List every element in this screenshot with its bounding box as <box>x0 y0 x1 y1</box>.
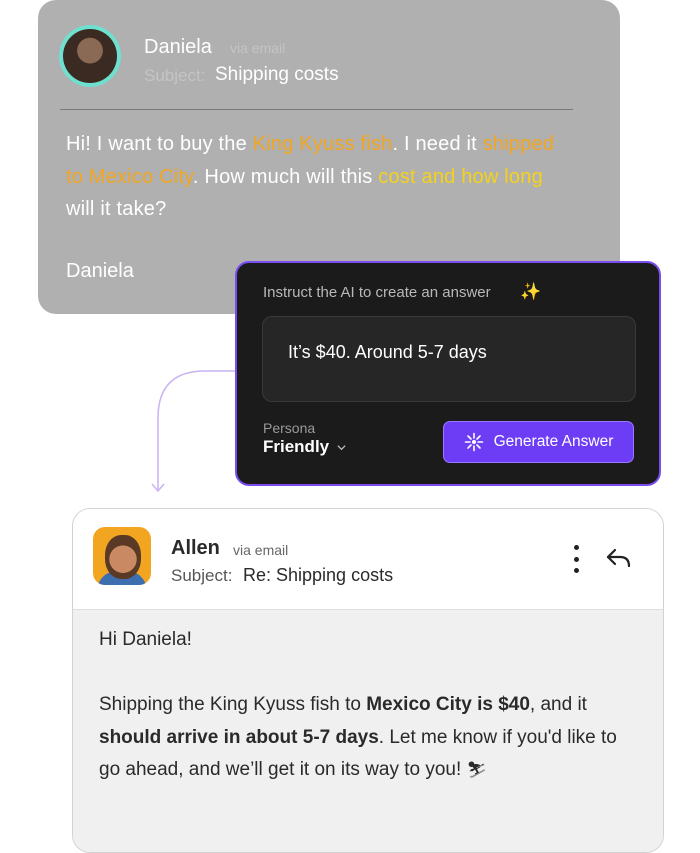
reply-arrow-icon[interactable] <box>605 545 633 571</box>
reply-via-label: via email <box>233 542 289 558</box>
reply-sender-name: Allen <box>171 537 220 559</box>
body-bold-price: Mexico City is $40 <box>366 694 530 715</box>
avatar-photo <box>63 29 117 83</box>
incoming-email-body: Hi! I want to buy the King Kyuss fish. I… <box>66 128 566 226</box>
highlight-product: King Kyuss fish <box>252 133 393 155</box>
persona-value: Friendly <box>263 437 330 456</box>
email-subject: Shipping costs <box>215 64 339 85</box>
sparkle-burst-icon <box>464 432 483 452</box>
reply-sender-avatar <box>93 527 151 585</box>
body-text: Hi! I want to buy the <box>66 133 253 155</box>
highlight-question: cost and how long <box>378 165 543 188</box>
ai-instruct-panel: Instruct the AI to create an answer ✨ It… <box>235 261 661 486</box>
sender-via-label: via email <box>230 40 286 56</box>
body-text: will it take? <box>66 198 167 220</box>
avatar-photo <box>105 535 141 579</box>
header-divider <box>60 109 573 110</box>
body-bold-delivery: should arrive in about 5-7 days <box>99 726 379 748</box>
persona-dropdown[interactable]: Friendly <box>263 437 347 457</box>
reply-email-body: Shipping the King Kyuss fish to Mexico C… <box>99 689 639 787</box>
subject-label: Subject: <box>144 66 206 85</box>
ai-instruction-value: It’s $40. Around 5-7 days <box>288 342 487 362</box>
more-vertical-icon[interactable] <box>567 545 585 573</box>
body-text: Shipping the King Kyuss fish to <box>99 694 367 715</box>
body-text: . How much will this <box>192 165 379 188</box>
sparkle-icon: ✨ <box>520 282 542 301</box>
sender-avatar <box>59 25 121 87</box>
chevron-down-icon <box>337 444 346 450</box>
email-signature: Daniela <box>66 260 134 282</box>
canvas: Daniela via email Subject: Shipping cost… <box>0 0 700 853</box>
reply-subject: Re: Shipping costs <box>243 565 394 585</box>
ai-panel-title: Instruct the AI to create an answer <box>263 284 491 301</box>
generate-answer-button[interactable]: Generate Answer <box>443 421 634 463</box>
reply-email-card: Allen via email Subject: Re: Shipping co… <box>72 508 664 853</box>
sender-name: Daniela <box>144 36 212 58</box>
reply-greeting: Hi Daniela! <box>99 629 192 650</box>
skier-emoji-icon: ⛷ <box>466 760 487 779</box>
generate-answer-label: Generate Answer <box>493 433 614 450</box>
body-text: . I need it <box>392 133 483 155</box>
persona-label: Persona <box>263 420 316 436</box>
body-text: , and it <box>529 694 587 715</box>
ai-instruction-input[interactable]: It’s $40. Around 5-7 days <box>262 316 636 402</box>
reply-subject-label: Subject: <box>171 566 233 585</box>
